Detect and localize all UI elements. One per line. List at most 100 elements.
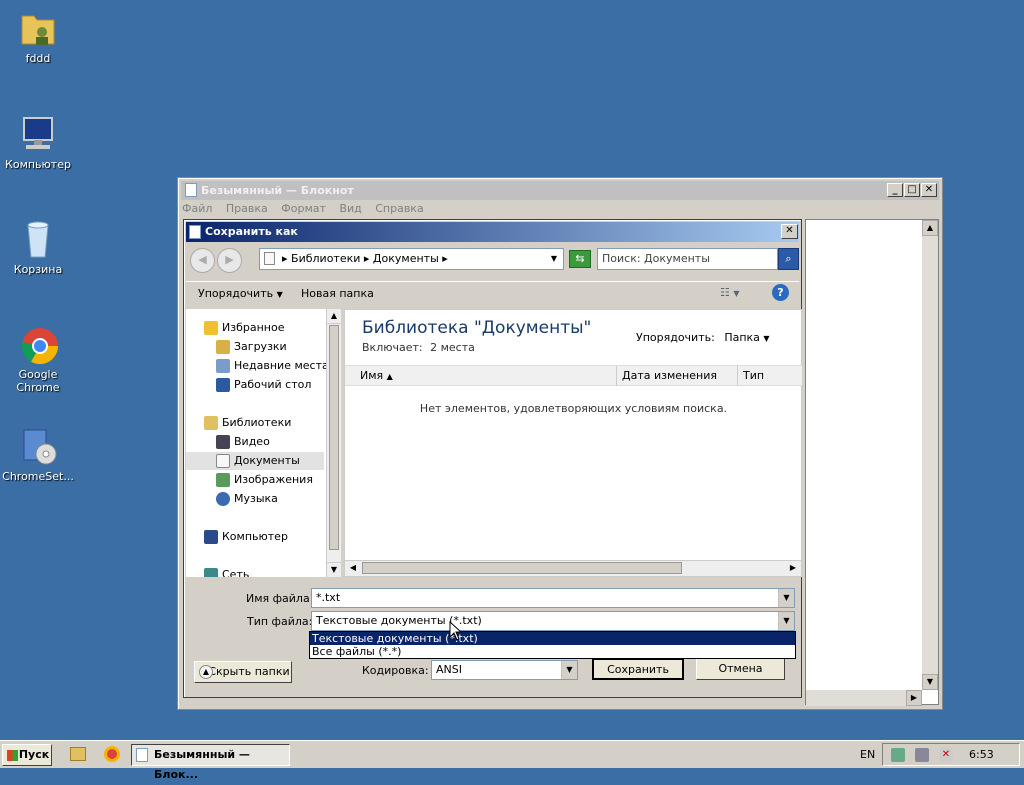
save-button[interactable]: Сохранить bbox=[592, 658, 684, 680]
maximize-button[interactable]: □ bbox=[904, 183, 920, 197]
chevron-down-icon[interactable]: ▼ bbox=[778, 612, 794, 630]
organize-button[interactable]: Упорядочить ▼ bbox=[198, 287, 283, 300]
notepad-icon bbox=[136, 748, 148, 762]
start-label: Пуск bbox=[18, 748, 50, 761]
nav-label: Недавние места bbox=[234, 359, 329, 372]
column-name[interactable]: Имя ▲ bbox=[345, 366, 617, 386]
recycle-bin-icon bbox=[18, 219, 58, 259]
nav-desktop[interactable]: Рабочий стол bbox=[216, 376, 340, 394]
back-button[interactable]: ◀ bbox=[190, 248, 215, 273]
arrange-by: Упорядочить: Папка ▼ bbox=[636, 331, 770, 344]
nav-label: Сеть bbox=[222, 568, 250, 577]
includes-value[interactable]: 2 места bbox=[430, 341, 475, 354]
explorer-quicklaunch-icon[interactable] bbox=[70, 747, 86, 761]
arrange-dropdown[interactable]: Папка ▼ bbox=[724, 331, 769, 344]
desktop-icon-label: ChromeSet... bbox=[2, 470, 74, 483]
start-button[interactable]: Пуск bbox=[2, 744, 52, 766]
encoding-select[interactable]: ANSI ▼ bbox=[431, 660, 578, 680]
network-tray-icon[interactable] bbox=[915, 748, 929, 762]
address-dropdown-arrow[interactable]: ▼ bbox=[551, 249, 557, 269]
chrome-quicklaunch-icon[interactable] bbox=[104, 746, 120, 762]
notepad-vscrollbar[interactable]: ▲ ▼ bbox=[922, 220, 938, 690]
close-button[interactable]: ✕ bbox=[921, 183, 937, 197]
chevron-down-icon[interactable]: ▼ bbox=[561, 661, 577, 679]
nav-video[interactable]: Видео bbox=[216, 433, 340, 451]
filename-field[interactable]: *.txt ▼ bbox=[311, 588, 795, 608]
menu-format[interactable]: Формат bbox=[281, 202, 326, 215]
filetype-option-all[interactable]: Все файлы (*.*) bbox=[310, 645, 795, 658]
column-type[interactable]: Тип bbox=[738, 366, 802, 386]
language-indicator[interactable]: EN bbox=[860, 748, 875, 761]
dialog-titlebar[interactable]: Сохранить как bbox=[186, 222, 799, 242]
column-headers: Имя ▲ Дата изменения Тип bbox=[345, 365, 802, 386]
nav-label: Документы bbox=[234, 454, 300, 467]
library-title: Библиотека "Документы" bbox=[362, 318, 592, 338]
filetype-option-txt[interactable]: Текстовые документы (*.txt) bbox=[310, 632, 795, 645]
menu-file[interactable]: Файл bbox=[182, 202, 212, 215]
filetype-label: Тип файла: bbox=[247, 615, 313, 628]
nav-computer[interactable]: Компьютер bbox=[204, 528, 340, 546]
nav-label: Загрузки bbox=[234, 340, 287, 353]
breadcrumb-libraries[interactable]: Библиотеки bbox=[291, 252, 360, 265]
setup-icon bbox=[18, 426, 58, 466]
nav-network[interactable]: Сеть bbox=[204, 566, 340, 577]
system-tray: ✕ 6:53 bbox=[882, 743, 1020, 766]
desktop-icon-label: Корзина bbox=[13, 263, 63, 276]
notepad-menubar: Файл Правка Формат Вид Справка bbox=[182, 202, 434, 218]
windows-logo-icon bbox=[7, 750, 18, 761]
chevron-down-icon[interactable]: ▼ bbox=[778, 589, 794, 607]
desktop-icon-chrome[interactable]: Google Chrome bbox=[0, 324, 76, 394]
minimize-button[interactable]: _ bbox=[887, 183, 903, 197]
mouse-cursor-icon bbox=[449, 620, 463, 644]
menu-help[interactable]: Справка bbox=[375, 202, 423, 215]
clock[interactable]: 6:53 bbox=[969, 748, 994, 761]
refresh-button[interactable]: ⇆ bbox=[569, 250, 591, 268]
nav-libraries[interactable]: Библиотеки bbox=[204, 414, 340, 432]
nav-recent-places[interactable]: Недавние места bbox=[216, 357, 340, 375]
column-date[interactable]: Дата изменения bbox=[617, 366, 738, 386]
desktop-icon-computer[interactable]: Компьютер bbox=[0, 114, 76, 171]
nav-music[interactable]: Музыка bbox=[216, 490, 340, 508]
taskbar-notepad-button[interactable]: Безымянный — Блок... bbox=[131, 744, 290, 781]
menu-edit[interactable]: Правка bbox=[226, 202, 268, 215]
content-hscrollbar[interactable]: ◀ ▶ bbox=[344, 560, 802, 577]
task-label: Безымянный — Блок... bbox=[154, 748, 250, 781]
breadcrumb-documents[interactable]: Документы bbox=[373, 252, 439, 265]
nav-documents[interactable]: Документы bbox=[186, 452, 324, 470]
filetype-select[interactable]: Текстовые документы (*.txt) ▼ bbox=[311, 611, 795, 631]
column-name-label: Имя bbox=[360, 369, 384, 382]
nav-scrollbar[interactable]: ▲ ▼ bbox=[326, 309, 341, 577]
organize-label: Упорядочить bbox=[198, 287, 274, 300]
cancel-button[interactable]: Отмена bbox=[696, 658, 785, 680]
help-icon[interactable]: ? bbox=[772, 284, 789, 301]
chevron-up-icon: ▲ bbox=[199, 665, 213, 679]
dialog-close-button[interactable]: ✕ bbox=[781, 224, 798, 239]
notepad-text-area[interactable] bbox=[805, 219, 939, 705]
documents-icon bbox=[216, 454, 230, 468]
desktop-icon-fddd[interactable]: fddd bbox=[0, 8, 76, 65]
desktop-icon-chromeset[interactable]: ChromeSet... bbox=[0, 426, 76, 483]
search-icon[interactable]: ⌕ bbox=[778, 248, 799, 270]
view-options-icon[interactable]: ☷ ▼ bbox=[720, 286, 740, 299]
user-folder-icon bbox=[18, 8, 58, 48]
volume-muted-icon[interactable]: ✕ bbox=[939, 748, 953, 762]
nav-pictures[interactable]: Изображения bbox=[216, 471, 340, 489]
desktop-icon-recycle-bin[interactable]: Корзина bbox=[0, 219, 76, 276]
star-icon bbox=[204, 321, 218, 335]
power-icon[interactable] bbox=[891, 748, 905, 762]
address-bar[interactable]: ▸ Библиотеки ▸ Документы ▸ ▼ bbox=[259, 248, 564, 270]
search-input[interactable]: Поиск: Документы bbox=[597, 248, 778, 270]
hide-folders-button[interactable]: ▲ Скрыть папки bbox=[194, 661, 292, 683]
nav-downloads[interactable]: Загрузки bbox=[216, 338, 340, 356]
hide-folders-label: Скрыть папки bbox=[208, 665, 290, 678]
menu-view[interactable]: Вид bbox=[339, 202, 361, 215]
nav-label: Музыка bbox=[234, 492, 278, 505]
notepad-hscrollbar[interactable]: ▶ bbox=[806, 690, 922, 706]
new-folder-button[interactable]: Новая папка bbox=[301, 287, 374, 300]
notepad-titlebar[interactable]: Безымянный — Блокнот _ □ ✕ bbox=[181, 181, 939, 200]
forward-button[interactable]: ▶ bbox=[217, 248, 242, 273]
filetype-dropdown-list: Текстовые документы (*.txt) Все файлы (*… bbox=[309, 631, 796, 659]
notepad-small-icon bbox=[189, 225, 201, 239]
nav-favorites[interactable]: Избранное bbox=[204, 319, 340, 337]
taskbar: Пуск Безымянный — Блок... EN ✕ 6:53 bbox=[0, 740, 1024, 781]
